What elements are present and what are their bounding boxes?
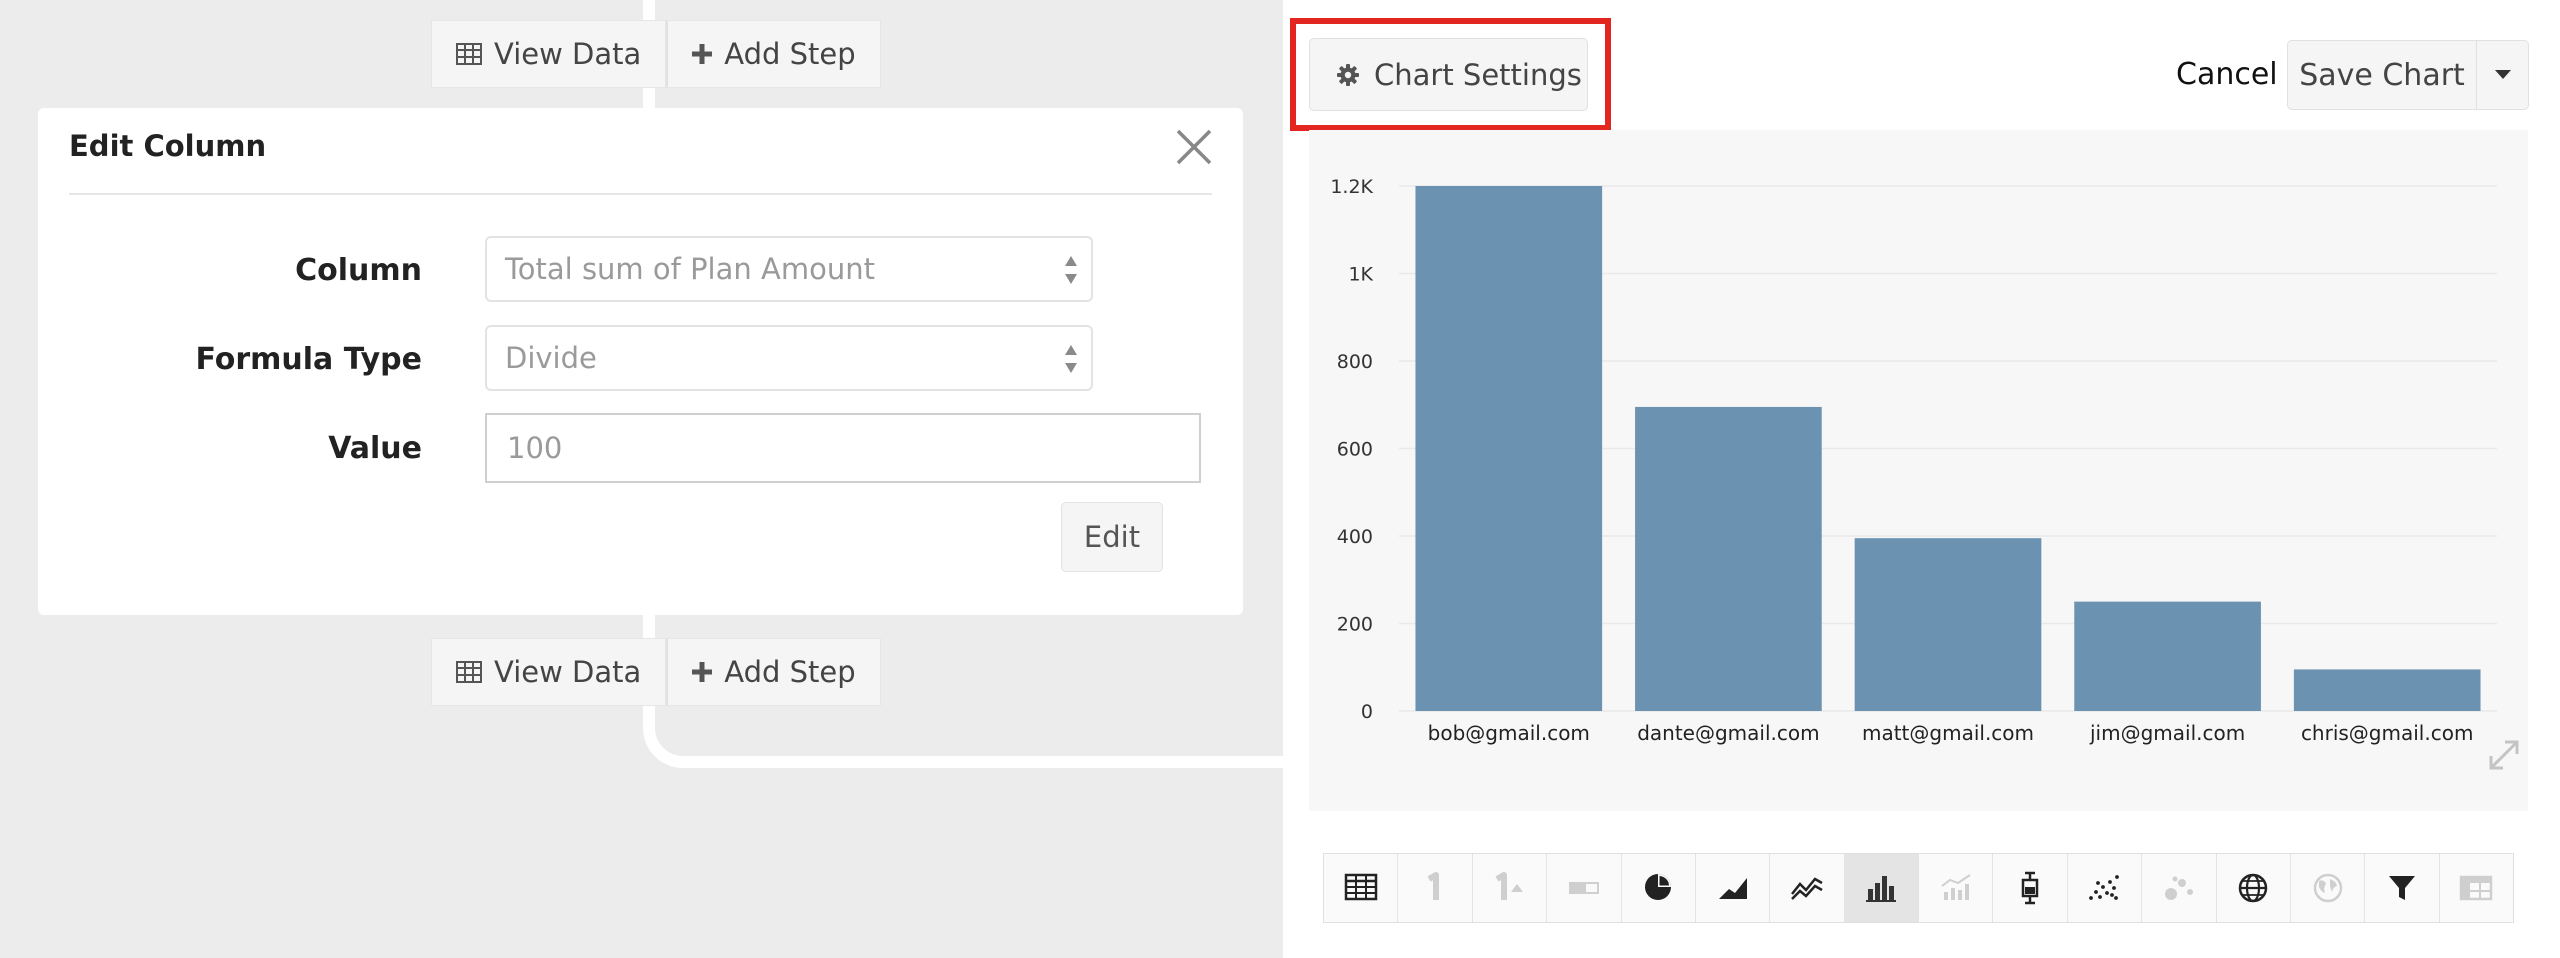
view-data-label: View Data — [494, 655, 642, 689]
chart-type-table-button[interactable] — [1324, 854, 1399, 922]
add-step-label: Add Step — [724, 655, 856, 689]
edit-button[interactable]: Edit — [1061, 502, 1163, 572]
chart-type-globe-regions-button[interactable] — [2290, 854, 2366, 922]
chart-preview: 0 200 400 600 800 1K 1.2K bob@gmail.com dante@gm… — [1309, 130, 2528, 811]
y-tick-label: 0 — [1361, 701, 1373, 723]
table-icon — [1344, 873, 1377, 901]
chart-type-toolbar — [1323, 853, 2514, 923]
value-input-placeholder: 100 — [507, 431, 563, 465]
chart-settings-button[interactable]: Chart Settings — [1309, 38, 1588, 111]
select-arrows-icon — [1065, 345, 1077, 373]
y-tick-label: 1K — [1348, 264, 1373, 286]
single-number-icon — [1427, 872, 1440, 900]
formula-type-value: Divide — [505, 341, 597, 375]
y-tick-label: 200 — [1337, 614, 1373, 636]
y-tick-label: 1.2K — [1330, 176, 1373, 198]
value-label: Value — [328, 431, 422, 466]
chart-settings-label: Chart Settings — [1374, 57, 1582, 92]
bar-icon — [1866, 876, 1897, 902]
formula-type-select[interactable]: Divide — [485, 325, 1093, 391]
pipeline-area: View Data Add Step Edit Column Column To… — [0, 0, 1303, 958]
chart-type-area-button[interactable] — [1695, 854, 1771, 922]
panel-title: Edit Column — [69, 129, 267, 163]
formula-type-label: Formula Type — [195, 342, 422, 377]
caret-down-icon — [2494, 70, 2511, 79]
globe-regions-icon — [2313, 873, 2342, 903]
chart-type-pie-button[interactable] — [1621, 854, 1696, 922]
pipeline-connector-mid — [643, 88, 655, 110]
add-step-button[interactable]: Add Step — [666, 20, 881, 88]
add-step-button[interactable]: Add Step — [666, 638, 881, 706]
chart-type-single-number-button[interactable] — [1398, 854, 1473, 922]
y-tick-label: 400 — [1337, 526, 1373, 548]
pipeline-connector-top — [643, 0, 655, 22]
bar[interactable] — [2293, 669, 2481, 711]
x-tick-label: jim@gmail.com — [2089, 721, 2245, 745]
bar[interactable] — [2074, 601, 2261, 711]
column-select[interactable]: Total sum of Plan Amount — [485, 236, 1093, 302]
number-trend-icon — [1495, 872, 1524, 900]
panel-divider — [69, 193, 1212, 195]
chart-type-funnel-button[interactable] — [2365, 854, 2440, 922]
save-chart-button[interactable]: Save Chart — [2287, 40, 2477, 110]
globe-icon — [2238, 873, 2268, 903]
chart-type-bar-button[interactable] — [1844, 854, 1919, 922]
table-icon — [456, 661, 482, 683]
save-chart-group: Save Chart — [2287, 40, 2529, 110]
funnel-icon — [2388, 876, 2415, 900]
view-data-button[interactable]: View Data — [431, 20, 667, 88]
save-options-dropdown[interactable] — [2477, 40, 2529, 110]
chart-type-pivot-table-button[interactable] — [2439, 854, 2513, 922]
bar[interactable] — [1635, 406, 1822, 711]
boxplot-icon — [2021, 871, 2039, 905]
area-icon — [1718, 878, 1747, 899]
bar-chart: 0 200 400 600 800 1K 1.2K bob@gmail.com dante@gm… — [1330, 176, 2497, 745]
line-icon — [1790, 877, 1823, 900]
step-actions-top: View Data Add Step — [431, 20, 881, 88]
view-data-label: View Data — [494, 37, 642, 71]
bar[interactable] — [1854, 538, 2042, 711]
chart-type-globe-button[interactable] — [2216, 854, 2291, 922]
add-step-label: Add Step — [724, 37, 856, 71]
plus-icon — [692, 44, 713, 64]
y-tick-label: 600 — [1337, 439, 1373, 461]
chart-type-combo-button[interactable] — [1919, 854, 1994, 922]
column-label: Column — [295, 253, 422, 288]
cancel-button[interactable]: Cancel — [2176, 38, 2278, 111]
edit-column-panel: Edit Column Column Total sum of Plan Amo… — [38, 108, 1243, 615]
chart-type-progress-button[interactable] — [1547, 854, 1622, 922]
scatter-icon — [2089, 875, 2120, 900]
chart-type-boxplot-button[interactable] — [1993, 854, 2068, 922]
bubble-icon — [2164, 876, 2193, 900]
gear-icon — [1337, 63, 1359, 86]
chart-type-scatter-button[interactable] — [2067, 854, 2143, 922]
table-icon — [456, 43, 482, 65]
x-tick-label: matt@gmail.com — [1862, 721, 2034, 745]
step-actions-bottom: View Data Add Step — [431, 638, 881, 706]
bar[interactable] — [1415, 186, 1603, 711]
pivot-table-icon — [2460, 875, 2493, 901]
y-tick-label: 800 — [1337, 351, 1373, 373]
close-icon[interactable] — [1173, 126, 1215, 168]
value-input[interactable]: 100 — [485, 413, 1201, 483]
x-tick-label: chris@gmail.com — [2301, 721, 2474, 745]
x-tick-label: bob@gmail.com — [1428, 721, 1590, 745]
x-tick-label: dante@gmail.com — [1637, 721, 1819, 745]
chart-type-line-button[interactable] — [1770, 854, 1845, 922]
chart-editor: Chart Settings Cancel Save Chart 0 200 400… — [1283, 0, 2560, 958]
progress-icon — [1568, 882, 1599, 894]
chart-type-bubble-button[interactable] — [2142, 854, 2217, 922]
expand-icon[interactable] — [2487, 738, 2521, 772]
chart-type-number-trend-button[interactable] — [1472, 854, 1548, 922]
column-select-value: Total sum of Plan Amount — [505, 252, 875, 286]
plus-icon — [692, 662, 713, 682]
select-arrows-icon — [1065, 256, 1077, 284]
pie-icon — [1645, 874, 1672, 900]
combo-icon — [1941, 874, 1971, 900]
view-data-button[interactable]: View Data — [431, 638, 667, 706]
